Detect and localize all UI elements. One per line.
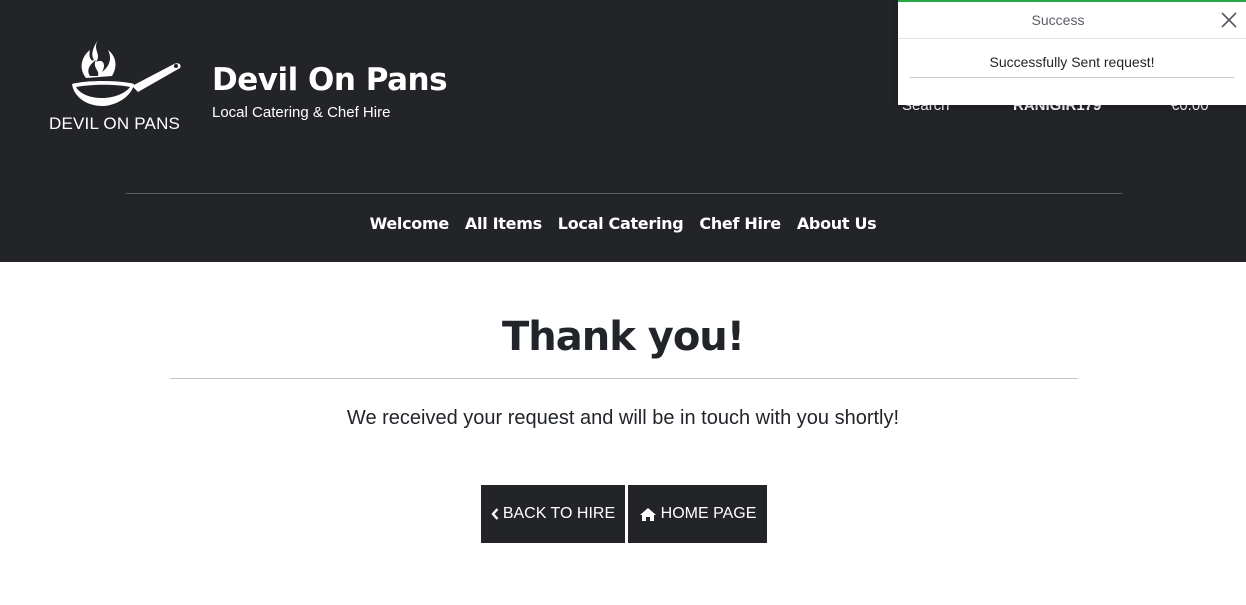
chevron-left-icon <box>491 508 499 520</box>
brand-tagline: Local Catering & Chef Hire <box>212 104 391 121</box>
nav-item-local-catering[interactable]: Local Catering <box>558 214 684 233</box>
home-page-button[interactable]: HOME PAGE <box>628 485 767 543</box>
brand-name[interactable]: Devil On Pans <box>212 62 448 98</box>
nav-item-chef-hire[interactable]: Chef Hire <box>699 214 781 233</box>
success-toast: Success Successfully Sent request! <box>898 0 1246 105</box>
header-divider <box>126 193 1122 194</box>
back-to-hire-button[interactable]: BACK TO HIRE <box>481 485 625 543</box>
nav-item-all-items[interactable]: All Items <box>465 214 542 233</box>
home-icon <box>639 507 656 521</box>
toast-message: Successfully Sent request! <box>910 54 1234 78</box>
close-icon[interactable] <box>1220 11 1238 29</box>
back-to-hire-label: BACK TO HIRE <box>502 505 616 522</box>
confirmation-message: We received your request and will be in … <box>346 407 900 429</box>
nav-item-about-us[interactable]: About Us <box>797 214 877 233</box>
logo-text: DEVIL ON PANS <box>49 114 181 133</box>
home-page-label: HOME PAGE <box>660 505 757 522</box>
nav-item-welcome[interactable]: Welcome <box>370 214 450 233</box>
page-title: Thank you! <box>501 314 745 360</box>
toast-title: Success <box>1031 12 1085 28</box>
main-nav: Welcome All Items Local Catering Chef Hi… <box>0 214 1246 233</box>
toast-header: Success <box>898 2 1246 39</box>
title-divider <box>170 378 1078 379</box>
